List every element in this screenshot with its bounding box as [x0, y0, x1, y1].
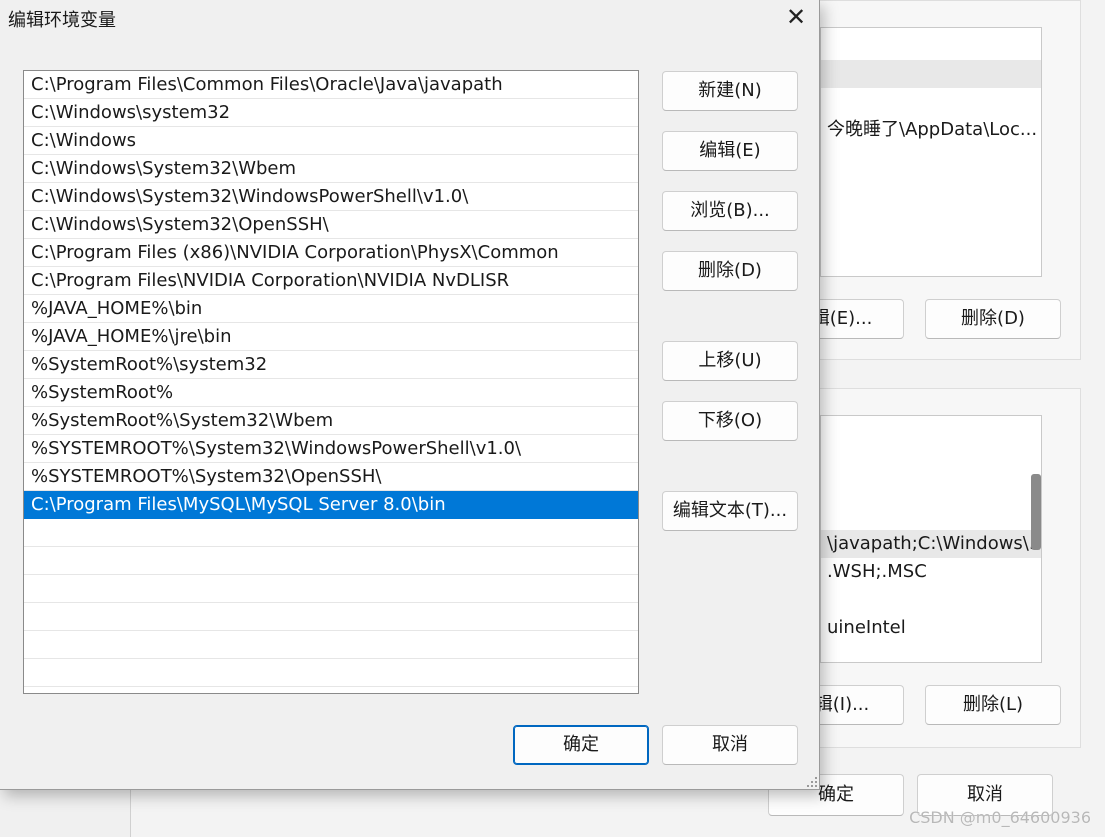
system-delete-button[interactable]: 删除(L)	[925, 685, 1061, 725]
new-button[interactable]: 新建(N)	[662, 71, 798, 111]
path-item[interactable]: C:\Program Files\NVIDIA Corporation\NVID…	[24, 267, 638, 295]
path-item[interactable]: %SYSTEMROOT%\System32\WindowsPowerShell\…	[24, 435, 638, 463]
empty-row[interactable]	[24, 575, 638, 603]
system-list-scrollbar-thumb[interactable]	[1031, 474, 1041, 550]
user-variable-row-selected[interactable]	[821, 60, 1041, 88]
dialog-title: 编辑环境变量	[8, 10, 116, 31]
user-variables-group: 今晚睡了\AppData\Loc... 编辑(E)... 删除(D)	[782, 0, 1081, 360]
user-delete-button[interactable]: 删除(D)	[925, 299, 1061, 339]
watermark: CSDN @m0_64600936	[909, 808, 1091, 827]
user-variable-row[interactable]: 今晚睡了\AppData\Loc...	[821, 116, 1041, 144]
edit-environment-variable-dialog: 编辑环境变量 ✕ C:\Program Files\Common Files\O…	[0, 0, 820, 790]
empty-row[interactable]	[24, 603, 638, 631]
empty-row[interactable]	[24, 519, 638, 547]
path-item[interactable]: C:\Program Files\Common Files\Oracle\Jav…	[24, 71, 638, 99]
system-variable-row-selected[interactable]: \javapath;C:\Windows\...	[821, 530, 1041, 558]
system-variables-group: \javapath;C:\Windows\... .WSH;.MSC uineI…	[782, 388, 1081, 748]
path-item[interactable]: %SystemRoot%\System32\Wbem	[24, 407, 638, 435]
delete-button[interactable]: 删除(D)	[662, 251, 798, 291]
empty-row[interactable]	[24, 659, 638, 687]
system-variable-row[interactable]: uineIntel	[821, 614, 1041, 642]
path-item[interactable]: C:\Windows\system32	[24, 99, 638, 127]
path-item[interactable]: %SystemRoot%	[24, 379, 638, 407]
resize-grip-icon[interactable]	[806, 776, 818, 788]
ok-button[interactable]: 确定	[513, 725, 649, 765]
empty-row[interactable]	[24, 631, 638, 659]
user-variables-list[interactable]: 今晚睡了\AppData\Loc...	[820, 27, 1042, 277]
move-up-button[interactable]: 上移(U)	[662, 341, 798, 381]
path-item[interactable]: %SystemRoot%\system32	[24, 351, 638, 379]
move-down-button[interactable]: 下移(O)	[662, 401, 798, 441]
path-item[interactable]: C:\Windows\System32\OpenSSH\	[24, 211, 638, 239]
system-variable-row[interactable]	[821, 586, 1041, 614]
system-variable-row[interactable]: .WSH;.MSC	[821, 558, 1041, 586]
path-item[interactable]: %SYSTEMROOT%\System32\OpenSSH\	[24, 463, 638, 491]
path-item[interactable]: %JAVA_HOME%\jre\bin	[24, 323, 638, 351]
path-item-selected[interactable]: C:\Program Files\MySQL\MySQL Server 8.0\…	[24, 491, 638, 519]
cancel-button[interactable]: 取消	[662, 725, 798, 765]
edit-button[interactable]: 编辑(E)	[662, 131, 798, 171]
browse-button[interactable]: 浏览(B)...	[662, 191, 798, 231]
path-item[interactable]: %JAVA_HOME%\bin	[24, 295, 638, 323]
path-item[interactable]: C:\Windows\System32\Wbem	[24, 155, 638, 183]
empty-row[interactable]	[24, 547, 638, 575]
path-list[interactable]: C:\Program Files\Common Files\Oracle\Jav…	[23, 70, 639, 694]
system-variables-list[interactable]: \javapath;C:\Windows\... .WSH;.MSC uineI…	[820, 415, 1042, 663]
path-item[interactable]: C:\Windows	[24, 127, 638, 155]
edit-text-button[interactable]: 编辑文本(T)...	[662, 491, 798, 531]
path-item[interactable]: C:\Program Files (x86)\NVIDIA Corporatio…	[24, 239, 638, 267]
close-icon[interactable]: ✕	[782, 4, 810, 32]
path-item[interactable]: C:\Windows\System32\WindowsPowerShell\v1…	[24, 183, 638, 211]
